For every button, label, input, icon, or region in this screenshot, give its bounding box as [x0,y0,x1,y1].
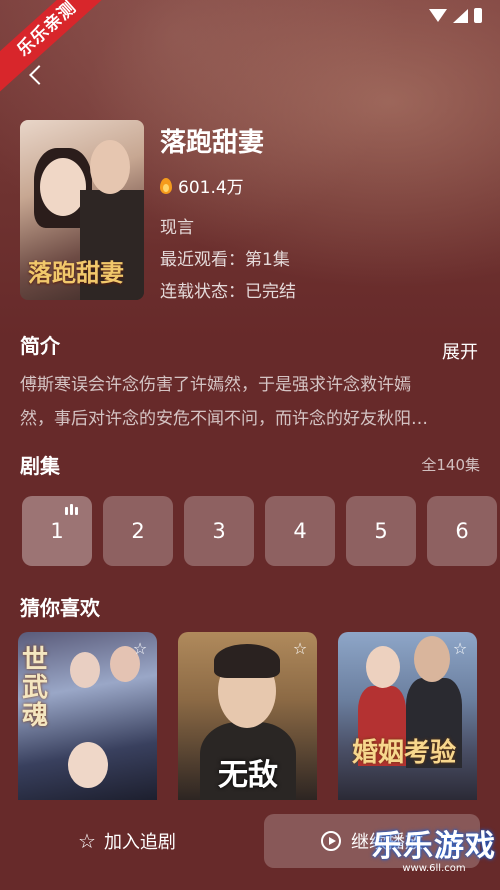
poster-title: 落跑甜妻 [28,258,124,287]
recommend-poster-title: 婚姻考验 [352,738,457,768]
poster-figure [90,140,130,194]
episode-button-2[interactable]: 2 [103,496,173,566]
drama-info: 落跑甜妻 601.4万 现言 最近观看：第1集 连载状态：已完结 [160,122,296,308]
follow-label: 加入追剧 [103,832,176,853]
recommend-poster-title: 无敌 [218,758,278,793]
episodes-heading: 剧集 [20,454,60,478]
watermark-text: 乐乐游戏 [372,829,496,864]
expand-button[interactable]: 展开 [442,338,478,364]
heat-value: 601.4万 [178,178,244,198]
heat-row: 601.4万 [160,173,296,198]
star-icon: ☆ [78,829,96,853]
favorite-star-icon[interactable]: ☆ [449,638,471,660]
intro-heading: 简介 [20,334,60,358]
battery-icon [474,8,482,23]
poster-figure [366,646,400,688]
intro-line: 然，事后对许念的安危不闻不问，而许念的好友秋阳… [20,409,428,429]
episode-button-3[interactable]: 3 [184,496,254,566]
drama-poster: 落跑甜妻 [20,120,144,300]
intro-line: 傅斯寒误会许念伤害了许嫣然，于是强求许念救许嫣 [20,375,411,395]
recommend-card[interactable]: 无敌 ☆ [178,632,317,800]
wifi-icon [429,9,447,22]
poster-figure [68,742,108,788]
episode-number: 6 [455,519,469,543]
recommend-card[interactable]: 世武魂 ☆ [18,632,157,800]
favorite-star-icon[interactable]: ☆ [129,638,151,660]
episode-total[interactable]: 全140集 [421,454,480,475]
serial-status: 连载状态：已完结 [160,282,296,302]
episode-number: 2 [131,519,145,543]
episode-number: 5 [374,519,388,543]
watermark: 乐乐游戏 www.6ll.com [372,821,496,874]
episode-number: 3 [212,519,226,543]
back-arrow-icon [29,65,49,85]
recent-watch: 最近观看：第1集 [160,250,290,270]
signal-icon [453,8,468,23]
drama-meta: 现言 最近观看：第1集 连载状态：已完结 [160,212,296,308]
play-icon [321,831,341,851]
recommend-card[interactable]: 婚姻考验 ☆ [338,632,477,800]
episode-button-5[interactable]: 5 [346,496,416,566]
poster-figure [214,644,280,678]
follow-button[interactable]: ☆ 加入追剧 [78,828,176,854]
playing-icon [65,504,78,515]
favorite-star-icon[interactable]: ☆ [289,638,311,660]
episode-list: 1 2 3 4 5 6 [22,496,500,566]
recommend-poster-title: 世武魂 [22,645,49,731]
episode-number: 4 [293,519,307,543]
intro-text: 傅斯寒误会许念伤害了许嫣然，于是强求许念救许嫣 然，事后对许念的安危不闻不问，而… [20,368,482,436]
episode-button-1[interactable]: 1 [22,496,92,566]
episode-button-6[interactable]: 6 [427,496,497,566]
back-button[interactable] [24,60,49,90]
flame-icon [160,177,172,194]
status-bar [429,8,482,23]
genre-label: 现言 [160,218,194,238]
poster-figure [414,636,450,682]
episode-number: 1 [50,519,64,543]
poster-figure [70,652,100,688]
recommend-heading: 猜你喜欢 [20,596,100,620]
recommend-list: 世武魂 ☆ 无敌 ☆ 婚姻考验 ☆ [18,632,477,800]
episode-button-4[interactable]: 4 [265,496,335,566]
drama-title: 落跑甜妻 [160,128,265,158]
